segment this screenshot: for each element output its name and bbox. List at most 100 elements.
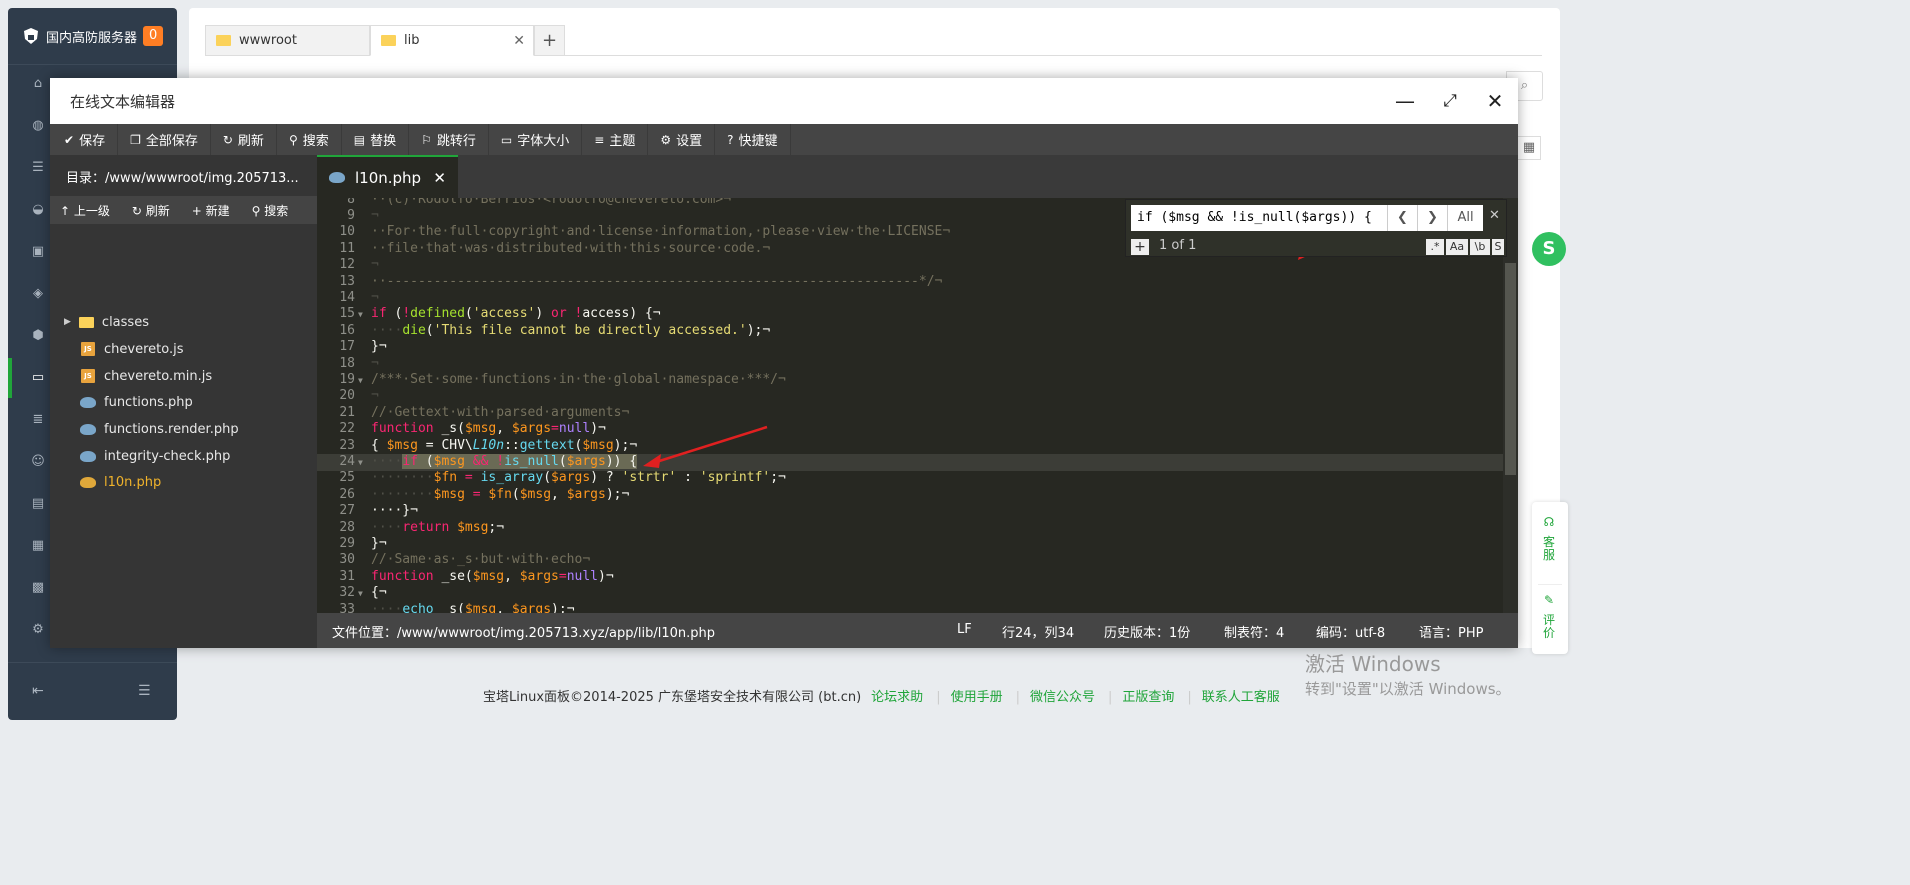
- settings-button[interactable]: ⚙ 设置: [648, 124, 716, 155]
- editor-tab-l10n-php[interactable]: l10n.php ✕: [317, 155, 458, 198]
- save-all-button[interactable]: ❐ 全部保存: [118, 124, 211, 155]
- tab-label: lib: [404, 33, 420, 48]
- replace-button[interactable]: ▤ 替换: [342, 124, 410, 155]
- floating-assistant-icon[interactable]: S: [1532, 232, 1566, 266]
- close-find-icon[interactable]: ✕: [1489, 208, 1500, 223]
- settings-gear-icon[interactable]: ⚙: [30, 622, 46, 638]
- license-check-link[interactable]: 正版查询: [1122, 690, 1174, 705]
- line-ending[interactable]: LF: [957, 622, 972, 637]
- feedback-button[interactable]: 评价: [1542, 614, 1556, 640]
- code-line: ¬: [371, 388, 379, 403]
- tab-wwwroot[interactable]: wwwroot: [205, 25, 370, 56]
- new-file-button[interactable]: + 新建: [192, 202, 230, 219]
- case-sensitive-toggle[interactable]: Aa: [1446, 239, 1468, 255]
- history-versions[interactable]: 历史版本：1份: [1104, 622, 1190, 641]
- fold-arrow-icon[interactable]: ▼: [358, 376, 363, 385]
- forum-help-link[interactable]: 论坛求助: [871, 690, 923, 705]
- notification-badge[interactable]: 0: [143, 26, 164, 46]
- theme-button[interactable]: ≡ 主题: [582, 124, 649, 155]
- collapse-menu-icon[interactable]: ⇤: [32, 683, 44, 699]
- grid-view-icon[interactable]: ▦: [1517, 136, 1541, 160]
- editor-tab-label: l10n.php: [355, 168, 422, 187]
- regex-toggle[interactable]: .*: [1426, 239, 1444, 255]
- editor-status-bar: 文件位置：/www/wwwroot/img.205713.xyz/app/lib…: [317, 613, 1518, 648]
- tab-lib[interactable]: lib ✕: [370, 25, 534, 56]
- terminal-icon[interactable]: ▤: [30, 496, 46, 512]
- manual-link[interactable]: 使用手册: [951, 690, 1003, 705]
- code-line: function _se($msg, $args=null)¬: [371, 569, 614, 584]
- logs-icon[interactable]: ≣: [30, 412, 46, 428]
- search-button[interactable]: ⚲ 搜索: [277, 124, 342, 155]
- find-input[interactable]: if ($msg && !is_null($args)) {: [1131, 205, 1387, 231]
- minimize-icon[interactable]: —: [1392, 88, 1418, 114]
- file-item-chevereto-min-js[interactable]: JS chevereto.min.js: [81, 363, 212, 389]
- add-tab-button[interactable]: +: [534, 25, 565, 56]
- contact-support-link[interactable]: 联系人工客服: [1202, 690, 1280, 705]
- tab-size[interactable]: 制表符：4: [1224, 622, 1284, 641]
- edit-icon[interactable]: ✎: [1542, 594, 1556, 607]
- file-item-functions-render-php[interactable]: functions.render.php: [80, 416, 239, 442]
- wechat-link[interactable]: 微信公众号: [1030, 690, 1095, 705]
- tree-search-button[interactable]: ⚲ 搜索: [252, 202, 289, 219]
- cron-icon[interactable]: ▦: [30, 538, 46, 554]
- fold-arrow-icon[interactable]: ▼: [358, 310, 363, 319]
- code-editor[interactable]: l10n.php ✕ 8 9 10 11 12 13 14 15 16 17 1…: [317, 155, 1518, 613]
- fold-arrow-icon[interactable]: ▼: [358, 458, 363, 467]
- save-button[interactable]: ✔ 保存: [50, 124, 119, 155]
- cursor-position[interactable]: 行24，列34: [1002, 622, 1074, 641]
- close-editor-tab-icon[interactable]: ✕: [433, 169, 446, 187]
- refresh-button[interactable]: ↻ 刷新: [211, 124, 277, 155]
- language-mode[interactable]: 语言：PHP: [1419, 622, 1483, 641]
- goto-line-button[interactable]: ⚐ 跳转行: [409, 124, 489, 155]
- theme-label: 主题: [609, 134, 636, 149]
- code-line: ¬: [371, 290, 379, 305]
- replace-icon: ▤: [353, 132, 366, 147]
- security-icon[interactable]: ◈: [30, 286, 46, 302]
- file-item-classes[interactable]: ▶ classes: [64, 309, 149, 335]
- line-number: 21: [339, 405, 355, 420]
- headset-icon[interactable]: ☊: [1542, 516, 1556, 529]
- files-icon[interactable]: ▭: [30, 370, 46, 386]
- expand-arrow-icon[interactable]: ▶: [64, 317, 71, 327]
- code-line: ········$msg = $fn($msg, $args);¬: [371, 487, 630, 502]
- code-line: ····return $msg;¬: [371, 520, 505, 535]
- file-item-l10n-php[interactable]: l10n.php: [80, 469, 161, 495]
- customer-service-button[interactable]: 客服: [1542, 536, 1556, 562]
- docker-icon[interactable]: ◒: [30, 202, 46, 218]
- whole-word-toggle[interactable]: \b: [1470, 239, 1490, 255]
- file-name: chevereto.js: [104, 341, 184, 357]
- file-item-chevereto-js[interactable]: JS chevereto.js: [81, 336, 183, 362]
- toggle-replace-icon[interactable]: +: [1131, 239, 1149, 255]
- find-next-icon[interactable]: ❯: [1417, 205, 1447, 231]
- close-tab-icon[interactable]: ✕: [513, 33, 525, 49]
- maximize-icon[interactable]: ⤢: [1437, 88, 1463, 114]
- find-all-button[interactable]: All: [1447, 205, 1483, 231]
- brand[interactable]: 国内高防服务器 0: [22, 24, 164, 48]
- line-number: 33: [339, 602, 355, 613]
- encoding[interactable]: 编码：utf-8: [1316, 622, 1385, 641]
- scrollbar-thumb[interactable]: [1505, 263, 1516, 475]
- up-level-button[interactable]: ↑ 上一级: [60, 202, 110, 219]
- home-icon[interactable]: ⌂: [30, 76, 46, 92]
- monitor-icon[interactable]: ▣: [30, 244, 46, 260]
- refresh-label: 刷新: [237, 134, 264, 149]
- file-item-functions-php[interactable]: functions.php: [80, 389, 193, 415]
- tree-refresh-button[interactable]: ↻ 刷新: [132, 202, 170, 219]
- fold-arrow-icon[interactable]: ▼: [358, 589, 363, 598]
- users-icon[interactable]: ☺: [30, 454, 46, 470]
- search-selection-toggle[interactable]: S: [1492, 239, 1504, 255]
- brand-name: 国内高防服务器: [46, 30, 138, 46]
- file-item-integrity-check-php[interactable]: integrity-check.php: [80, 443, 230, 469]
- apps-icon[interactable]: ▩: [30, 580, 46, 596]
- file-location: 文件位置：/www/wwwroot/img.205713.xyz/app/lib…: [332, 626, 715, 641]
- shortcuts-button[interactable]: ? 快捷键: [715, 124, 791, 155]
- font-size-button[interactable]: ▭ 字体大小: [489, 124, 583, 155]
- find-previous-icon[interactable]: ❮: [1387, 205, 1417, 231]
- sidebar-bottom-divider: [8, 662, 177, 663]
- close-icon[interactable]: ✕: [1482, 88, 1508, 114]
- waf-icon[interactable]: ⬢: [30, 328, 46, 344]
- line-number: 17: [339, 339, 355, 354]
- database-icon[interactable]: ☰: [30, 160, 46, 176]
- list-menu-icon[interactable]: ☰: [138, 683, 151, 699]
- globe-icon[interactable]: ◍: [30, 118, 46, 134]
